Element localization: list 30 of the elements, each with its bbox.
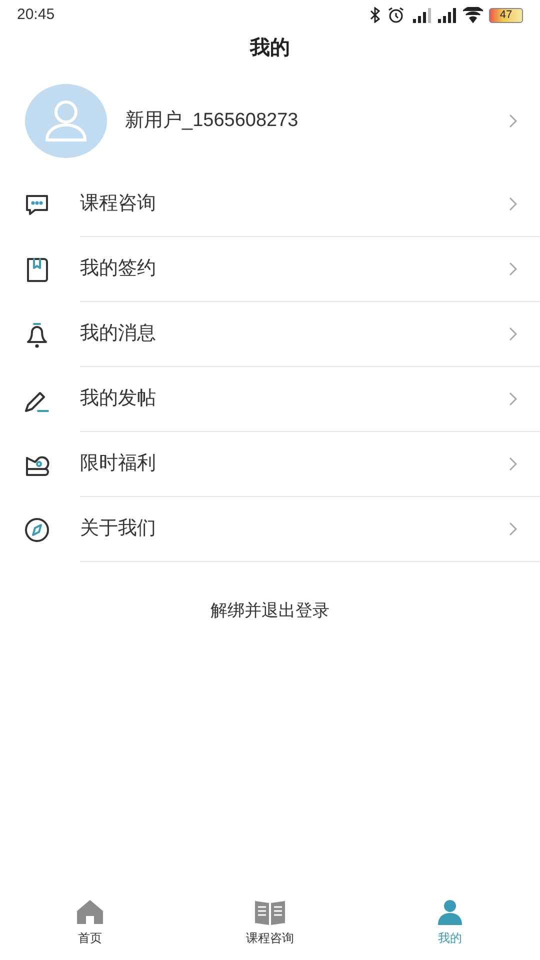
battery-indicator: 47	[489, 8, 523, 22]
menu-item[interactable]: 我的签约	[0, 237, 540, 302]
chevron-right-icon	[508, 196, 518, 212]
open-book-icon	[253, 898, 287, 926]
menu-item[interactable]: 我的发帖	[0, 367, 540, 432]
chevron-right-icon	[508, 521, 518, 537]
username: 新用户_1565608273	[125, 108, 300, 133]
menu-item[interactable]: 课程咨询	[0, 172, 540, 237]
alarm-icon	[387, 7, 405, 23]
menu-item[interactable]: 关于我们	[0, 497, 540, 562]
bluetooth-icon	[369, 7, 381, 23]
logout-button[interactable]: 解绑并退出登录	[210, 598, 330, 624]
chevron-right-icon	[508, 261, 518, 277]
signal-icon	[437, 7, 457, 23]
menu-item[interactable]: 限时福利	[0, 432, 540, 497]
chevron-right-icon	[508, 391, 518, 407]
page-title: 我的	[250, 36, 290, 61]
nav-tab[interactable]: 首页	[0, 896, 180, 960]
user-icon	[435, 898, 465, 926]
signal-icon	[411, 7, 431, 23]
menu-item[interactable]: 我的消息	[0, 302, 540, 367]
avatar-icon	[25, 84, 107, 158]
wifi-icon	[463, 7, 483, 23]
profile-row[interactable]: 新用户_1565608273	[0, 70, 540, 172]
chevron-right-icon	[508, 326, 518, 342]
chevron-right-icon	[508, 113, 518, 129]
status-time: 20:45	[17, 4, 55, 25]
home-icon	[75, 898, 105, 926]
chevron-right-icon	[508, 456, 518, 472]
nav-tab[interactable]: 课程咨询	[180, 896, 360, 960]
